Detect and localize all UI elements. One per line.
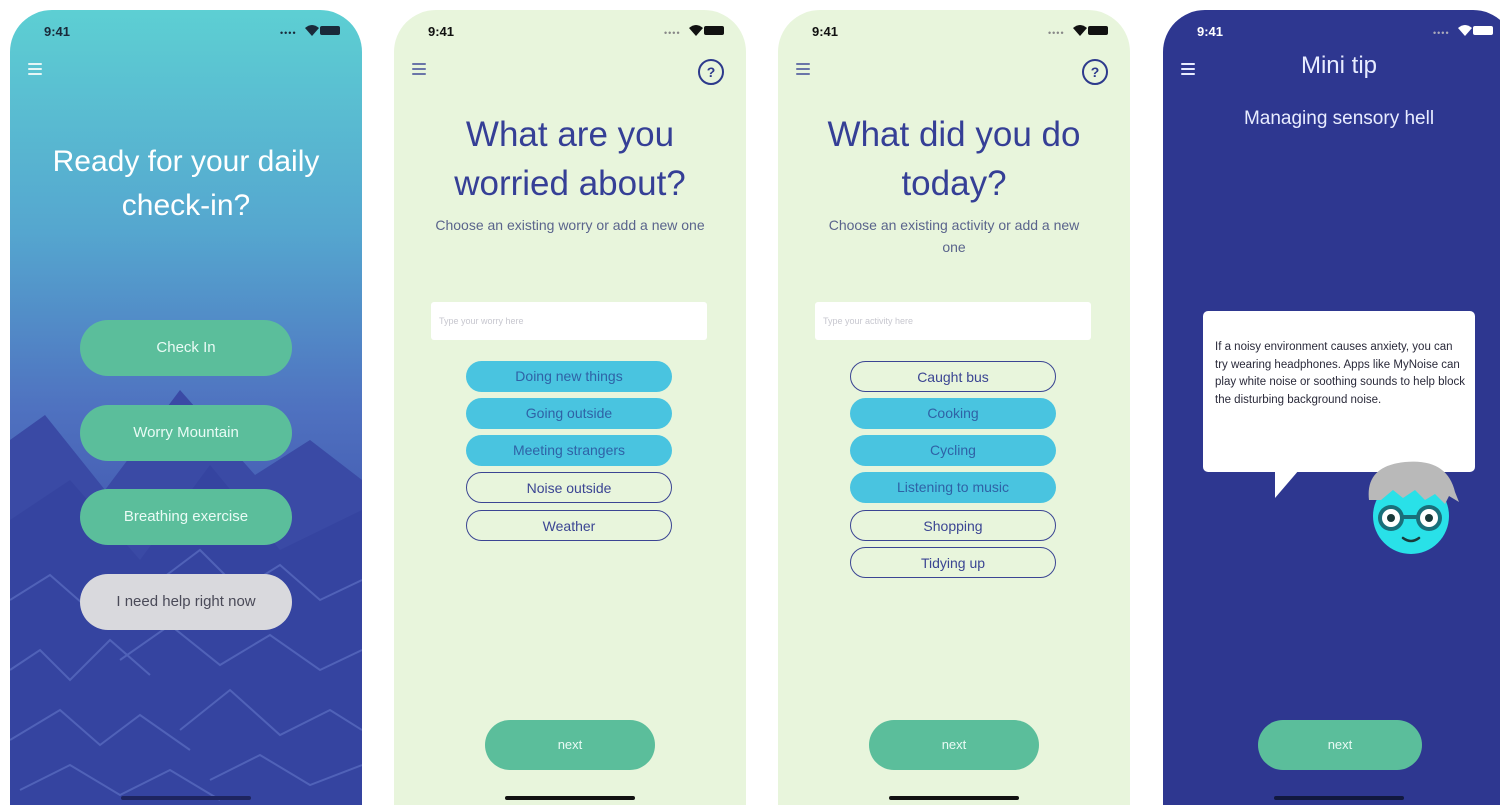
tip-text: If a noisy environment causes anxiety, y… bbox=[1215, 341, 1465, 406]
status-time: 9:41 bbox=[1197, 24, 1224, 39]
activity-input-field bbox=[815, 302, 1091, 340]
battery-icon bbox=[704, 26, 724, 35]
next-button[interactable]: next bbox=[869, 720, 1039, 770]
chip-tidying-up[interactable]: Tidying up bbox=[850, 547, 1056, 578]
next-button[interactable]: next bbox=[485, 720, 655, 770]
chip-doing-new-things[interactable]: Doing new things bbox=[466, 361, 672, 392]
status-time: 9:41 bbox=[44, 24, 71, 39]
chip-meeting-strangers[interactable]: Meeting strangers bbox=[466, 435, 672, 466]
check-in-button[interactable]: Check In bbox=[80, 320, 292, 376]
chip-going-outside[interactable]: Going outside bbox=[466, 398, 672, 429]
worry-input[interactable] bbox=[431, 302, 707, 340]
home-indicator[interactable] bbox=[121, 796, 251, 800]
chip-shopping[interactable]: Shopping bbox=[850, 510, 1056, 541]
status-icons: •••• bbox=[1433, 23, 1493, 38]
help-icon[interactable]: ? bbox=[698, 59, 724, 85]
screen-mini-tip: 9:41 •••• Mini tip Managing sensory hell… bbox=[1163, 10, 1500, 805]
status-icons: •••• bbox=[664, 23, 724, 38]
signal-icon: •••• bbox=[1433, 28, 1450, 38]
status-time: 9:41 bbox=[812, 24, 839, 39]
chip-listening-to-music[interactable]: Listening to music bbox=[850, 472, 1056, 503]
page-title: Ready for your daily check-in? bbox=[52, 145, 320, 222]
screen-daily-checkin: 9:41 •••• Ready for your daily check-in?… bbox=[10, 10, 362, 805]
chip-cooking[interactable]: Cooking bbox=[850, 398, 1056, 429]
need-help-button[interactable]: I need help right now bbox=[80, 574, 292, 630]
wifi-icon bbox=[1073, 25, 1087, 36]
menu-icon[interactable] bbox=[412, 63, 426, 75]
signal-icon: •••• bbox=[1048, 28, 1065, 38]
menu-icon[interactable] bbox=[28, 63, 42, 75]
chip-weather[interactable]: Weather bbox=[466, 510, 672, 541]
screen-worries: 9:41 •••• ? What are you worried about? … bbox=[394, 10, 746, 805]
worry-input-field bbox=[431, 302, 707, 340]
breathing-exercise-button[interactable]: Breathing exercise bbox=[80, 489, 292, 545]
battery-icon bbox=[320, 26, 340, 35]
battery-icon bbox=[1473, 26, 1493, 35]
page-title: Mini tip bbox=[1300, 52, 1378, 79]
chip-cycling[interactable]: Cycling bbox=[850, 435, 1056, 466]
screen-activities: 9:41 •••• ? What did you do today? Choos… bbox=[778, 10, 1130, 805]
menu-icon[interactable] bbox=[796, 63, 810, 75]
character-avatar-icon bbox=[1368, 461, 1459, 554]
worry-mountain-button[interactable]: Worry Mountain bbox=[80, 405, 292, 461]
home-indicator[interactable] bbox=[505, 796, 635, 800]
home-indicator[interactable] bbox=[889, 796, 1019, 800]
menu-icon[interactable] bbox=[1181, 63, 1195, 75]
chip-noise-outside[interactable]: Noise outside bbox=[466, 472, 672, 503]
status-icons: •••• bbox=[280, 23, 340, 38]
status-icons: •••• bbox=[1048, 23, 1108, 38]
help-icon[interactable]: ? bbox=[1082, 59, 1108, 85]
battery-icon bbox=[1088, 26, 1108, 35]
page-title: What are you worried about? bbox=[454, 115, 686, 203]
activity-input[interactable] bbox=[815, 302, 1091, 340]
signal-icon: •••• bbox=[280, 28, 297, 38]
home-indicator[interactable] bbox=[1274, 796, 1404, 800]
wifi-icon bbox=[305, 25, 319, 36]
chip-caught-bus[interactable]: Caught bus bbox=[850, 361, 1056, 392]
page-subtitle: Choose an existing activity or add a new… bbox=[828, 217, 1080, 255]
wifi-icon bbox=[1458, 25, 1472, 36]
speech-bubble-tail bbox=[1275, 470, 1299, 498]
signal-icon: •••• bbox=[664, 28, 681, 38]
page-subtitle: Choose an existing worry or add a new on… bbox=[435, 217, 705, 233]
page-title: What did you do today? bbox=[827, 115, 1081, 203]
wifi-icon bbox=[689, 25, 703, 36]
status-time: 9:41 bbox=[428, 24, 455, 39]
page-subtitle: Managing sensory hell bbox=[1243, 108, 1435, 129]
next-button[interactable]: next bbox=[1258, 720, 1422, 770]
